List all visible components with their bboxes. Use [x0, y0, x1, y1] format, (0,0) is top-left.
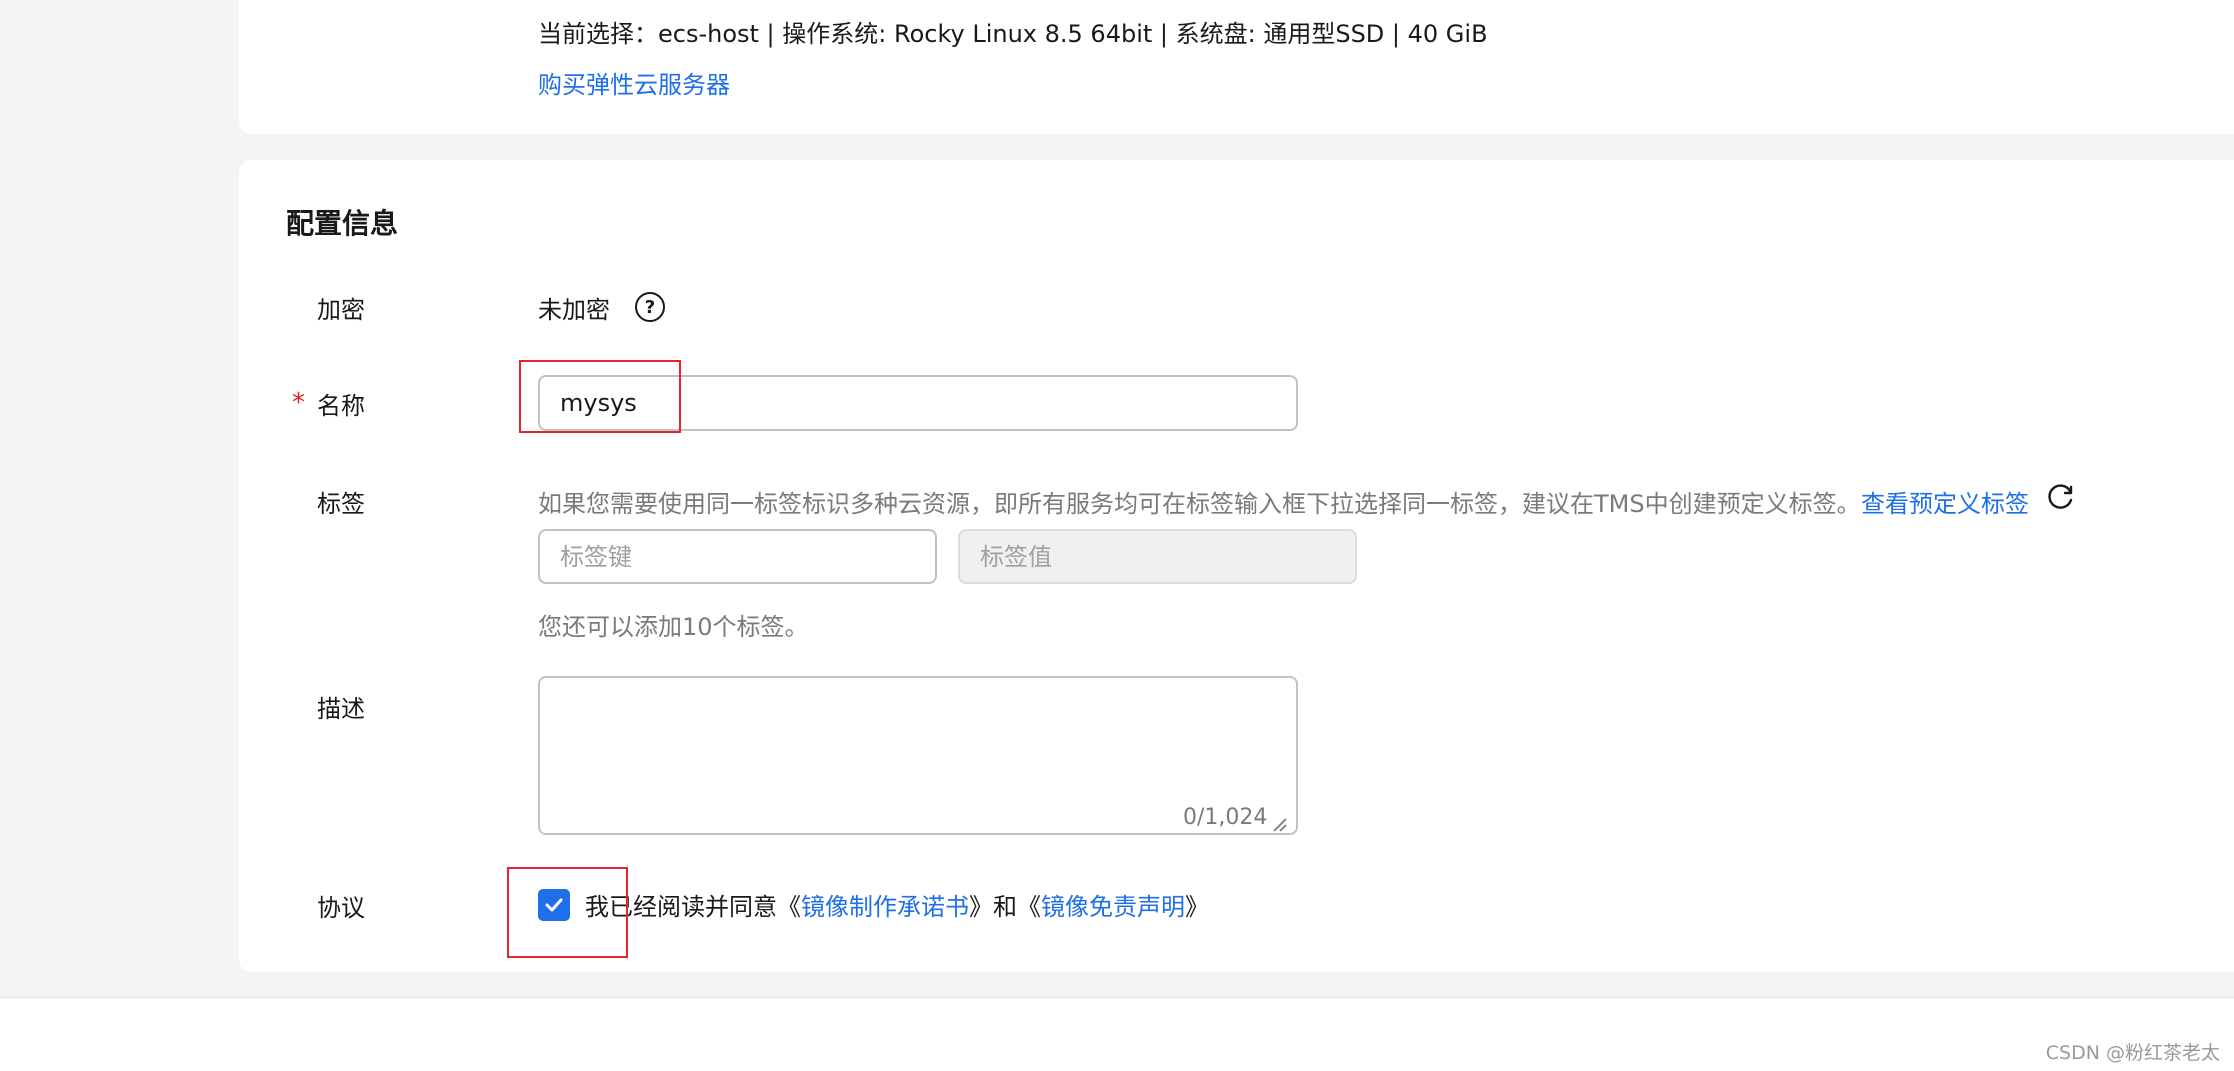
encryption-value: 未加密 — [538, 296, 610, 324]
view-predefined-tags-link[interactable]: 查看预定义标签 — [1861, 484, 2029, 519]
question-circle-icon[interactable]: ? — [635, 292, 665, 322]
agreement-text: 我已经阅读并同意《镜像制作承诺书》和《镜像免责声明》 — [585, 887, 1209, 922]
encryption-label: 加密 — [317, 296, 365, 324]
current-selection-text: 当前选择：ecs-host | 操作系统: Rocky Linux 8.5 64… — [538, 20, 1488, 48]
tag-value-input[interactable] — [958, 529, 1357, 584]
tags-hint: 如果您需要使用同一标签标识多种云资源，即所有服务均可在标签输入框下拉选择同一标签… — [538, 490, 1861, 518]
section-title: 配置信息 — [286, 207, 399, 240]
disclaimer-link[interactable]: 镜像免责声明 — [1041, 893, 1185, 921]
agreement-label: 协议 — [317, 894, 365, 922]
tags-label: 标签 — [317, 490, 365, 518]
agreement-text-suffix: 》 — [1185, 893, 1209, 921]
tag-key-input[interactable] — [538, 529, 937, 584]
required-mark: * — [292, 388, 305, 418]
description-label: 描述 — [317, 695, 365, 723]
footer-bar — [0, 997, 2234, 1071]
highlight-box-name — [519, 360, 681, 433]
refresh-icon[interactable] — [2046, 482, 2076, 512]
watermark: CSDN @粉红茶老太 — [2045, 1042, 2220, 1064]
resize-handle-icon[interactable] — [1270, 811, 1288, 832]
commitment-letter-link[interactable]: 镜像制作承诺书 — [801, 893, 969, 921]
buy-ecs-link[interactable]: 购买弹性云服务器 — [538, 65, 730, 100]
description-char-counter: 0/1,024 — [1183, 805, 1268, 830]
agreement-text-middle: 》和《 — [969, 893, 1041, 921]
highlight-box-checkbox — [507, 867, 628, 958]
tags-remaining-text: 您还可以添加10个标签。 — [538, 613, 809, 641]
name-label: 名称 — [317, 392, 365, 420]
